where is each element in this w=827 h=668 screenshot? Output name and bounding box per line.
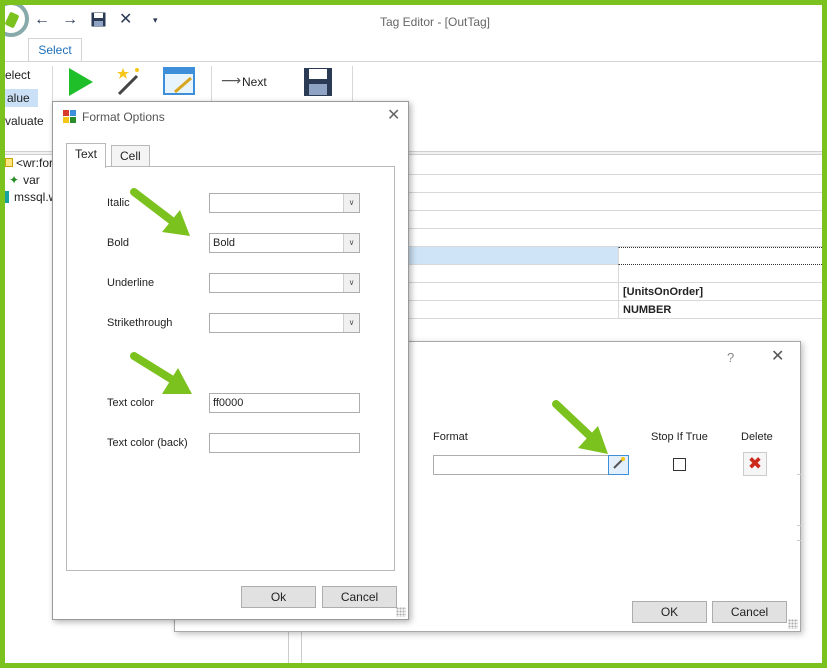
- rb-sep-1: [52, 66, 53, 102]
- magic-wand-icon: [612, 457, 625, 469]
- chevron-down-icon: ∨: [343, 194, 359, 212]
- callout-arrow-icon: [130, 352, 192, 394]
- forward-arrow-icon[interactable]: →: [62, 11, 78, 29]
- grid-cell-field[interactable]: [UnitsOnOrder]: [618, 283, 822, 301]
- italic-label: Italic: [107, 197, 130, 209]
- dialog-close-icon[interactable]: ✕: [387, 105, 400, 125]
- editor-window-icon[interactable]: [163, 66, 197, 101]
- cancel-button[interactable]: Cancel: [322, 586, 397, 608]
- database-icon: [5, 191, 9, 203]
- chevron-down-icon: ∨: [343, 314, 359, 332]
- tree-item-var[interactable]: ✦ var: [5, 172, 57, 189]
- customize-dropdown-icon[interactable]: ▾: [153, 11, 158, 29]
- next-arrow-icon[interactable]: ⟶: [221, 72, 241, 89]
- strikethrough-select[interactable]: ∨: [209, 313, 360, 333]
- text-color-back-input[interactable]: [209, 433, 360, 453]
- tab-select[interactable]: Select: [28, 38, 82, 62]
- cancel-button[interactable]: Cancel: [712, 601, 787, 623]
- tree-item-mssql[interactable]: mssql.w: [5, 189, 57, 206]
- rule-line: [797, 474, 801, 475]
- dialog-close-icon[interactable]: ✕: [771, 346, 784, 366]
- italic-select[interactable]: ∨: [209, 193, 360, 213]
- back-arrow-icon[interactable]: ←: [34, 11, 50, 29]
- title-bar: ← → ✕ ▾ Tag Editor - [OutTag]: [0, 1, 822, 37]
- text-tab-panel: Italic ∨ Bold Bold ∨ Underline ∨ Striketh…: [66, 166, 395, 571]
- format-options-dialog: Format Options ✕ Text Cell Italic ∨ Bold…: [52, 101, 409, 620]
- rule-line: [797, 540, 801, 541]
- ribbon-select-item[interactable]: elect: [5, 68, 30, 82]
- underline-select[interactable]: ∨: [209, 273, 360, 293]
- bold-select[interactable]: Bold ∨: [209, 233, 360, 253]
- window-title: Tag Editor - [OutTag]: [379, 15, 491, 29]
- tree-panel: <wr:for ✦ var mssql.w: [5, 155, 57, 206]
- variable-icon: ✦: [9, 173, 20, 187]
- ok-button[interactable]: OK: [632, 601, 707, 623]
- delete-label: Delete: [741, 431, 773, 443]
- grid-cell-type[interactable]: NUMBER: [618, 301, 822, 319]
- help-button[interactable]: ?: [727, 350, 734, 365]
- chevron-down-icon: ∨: [343, 234, 359, 252]
- tag-icon: [5, 158, 13, 167]
- rb-sep-3: [352, 66, 353, 102]
- grid-cell-empty[interactable]: [618, 247, 822, 265]
- delete-button[interactable]: ✖: [743, 452, 767, 476]
- tree-item-for[interactable]: <wr:for: [5, 155, 57, 172]
- rb-sep-2: [211, 66, 212, 102]
- chevron-down-icon: ∨: [343, 274, 359, 292]
- magic-wand-icon[interactable]: [113, 66, 145, 101]
- save-icon[interactable]: [91, 12, 106, 32]
- stop-if-true-checkbox[interactable]: [673, 458, 686, 471]
- bottom-vline: [301, 630, 302, 663]
- bottom-vline: [288, 630, 289, 663]
- dialog-title: Format Options: [82, 110, 165, 124]
- rule-line: [797, 525, 801, 526]
- close-icon[interactable]: ✕: [119, 11, 132, 29]
- format-input[interactable]: [433, 455, 629, 475]
- strikethrough-label: Strikethrough: [107, 317, 173, 329]
- floppy-save-icon[interactable]: [303, 66, 333, 101]
- callout-arrow-icon: [130, 188, 190, 236]
- text-color-back-label: Text color (back): [107, 437, 188, 449]
- resize-grip[interactable]: [396, 607, 406, 617]
- tab-cell[interactable]: Cell: [111, 145, 150, 167]
- callout-arrow-icon: [552, 400, 608, 454]
- underline-label: Underline: [107, 277, 155, 289]
- tab-text[interactable]: Text: [66, 143, 107, 168]
- bold-label: Bold: [107, 237, 130, 249]
- app-logo: [0, 1, 29, 37]
- format-label: Format: [433, 431, 468, 443]
- ribbon-evaluate-item[interactable]: valuate: [5, 114, 44, 128]
- ok-button[interactable]: Ok: [241, 586, 316, 608]
- grid-cell-empty[interactable]: [618, 265, 822, 283]
- ribbon-value-item[interactable]: alue: [5, 89, 38, 107]
- stop-if-true-label: Stop If True: [651, 431, 708, 443]
- text-color-input[interactable]: ff0000: [209, 393, 360, 413]
- next-button-label[interactable]: Next: [242, 75, 267, 89]
- resize-grip[interactable]: [788, 619, 798, 629]
- format-options-icon: [63, 110, 76, 123]
- run-icon[interactable]: [67, 66, 95, 101]
- ribbon: elect alue valuate ⟶ Next: [5, 61, 822, 128]
- format-edit-button[interactable]: [608, 455, 629, 475]
